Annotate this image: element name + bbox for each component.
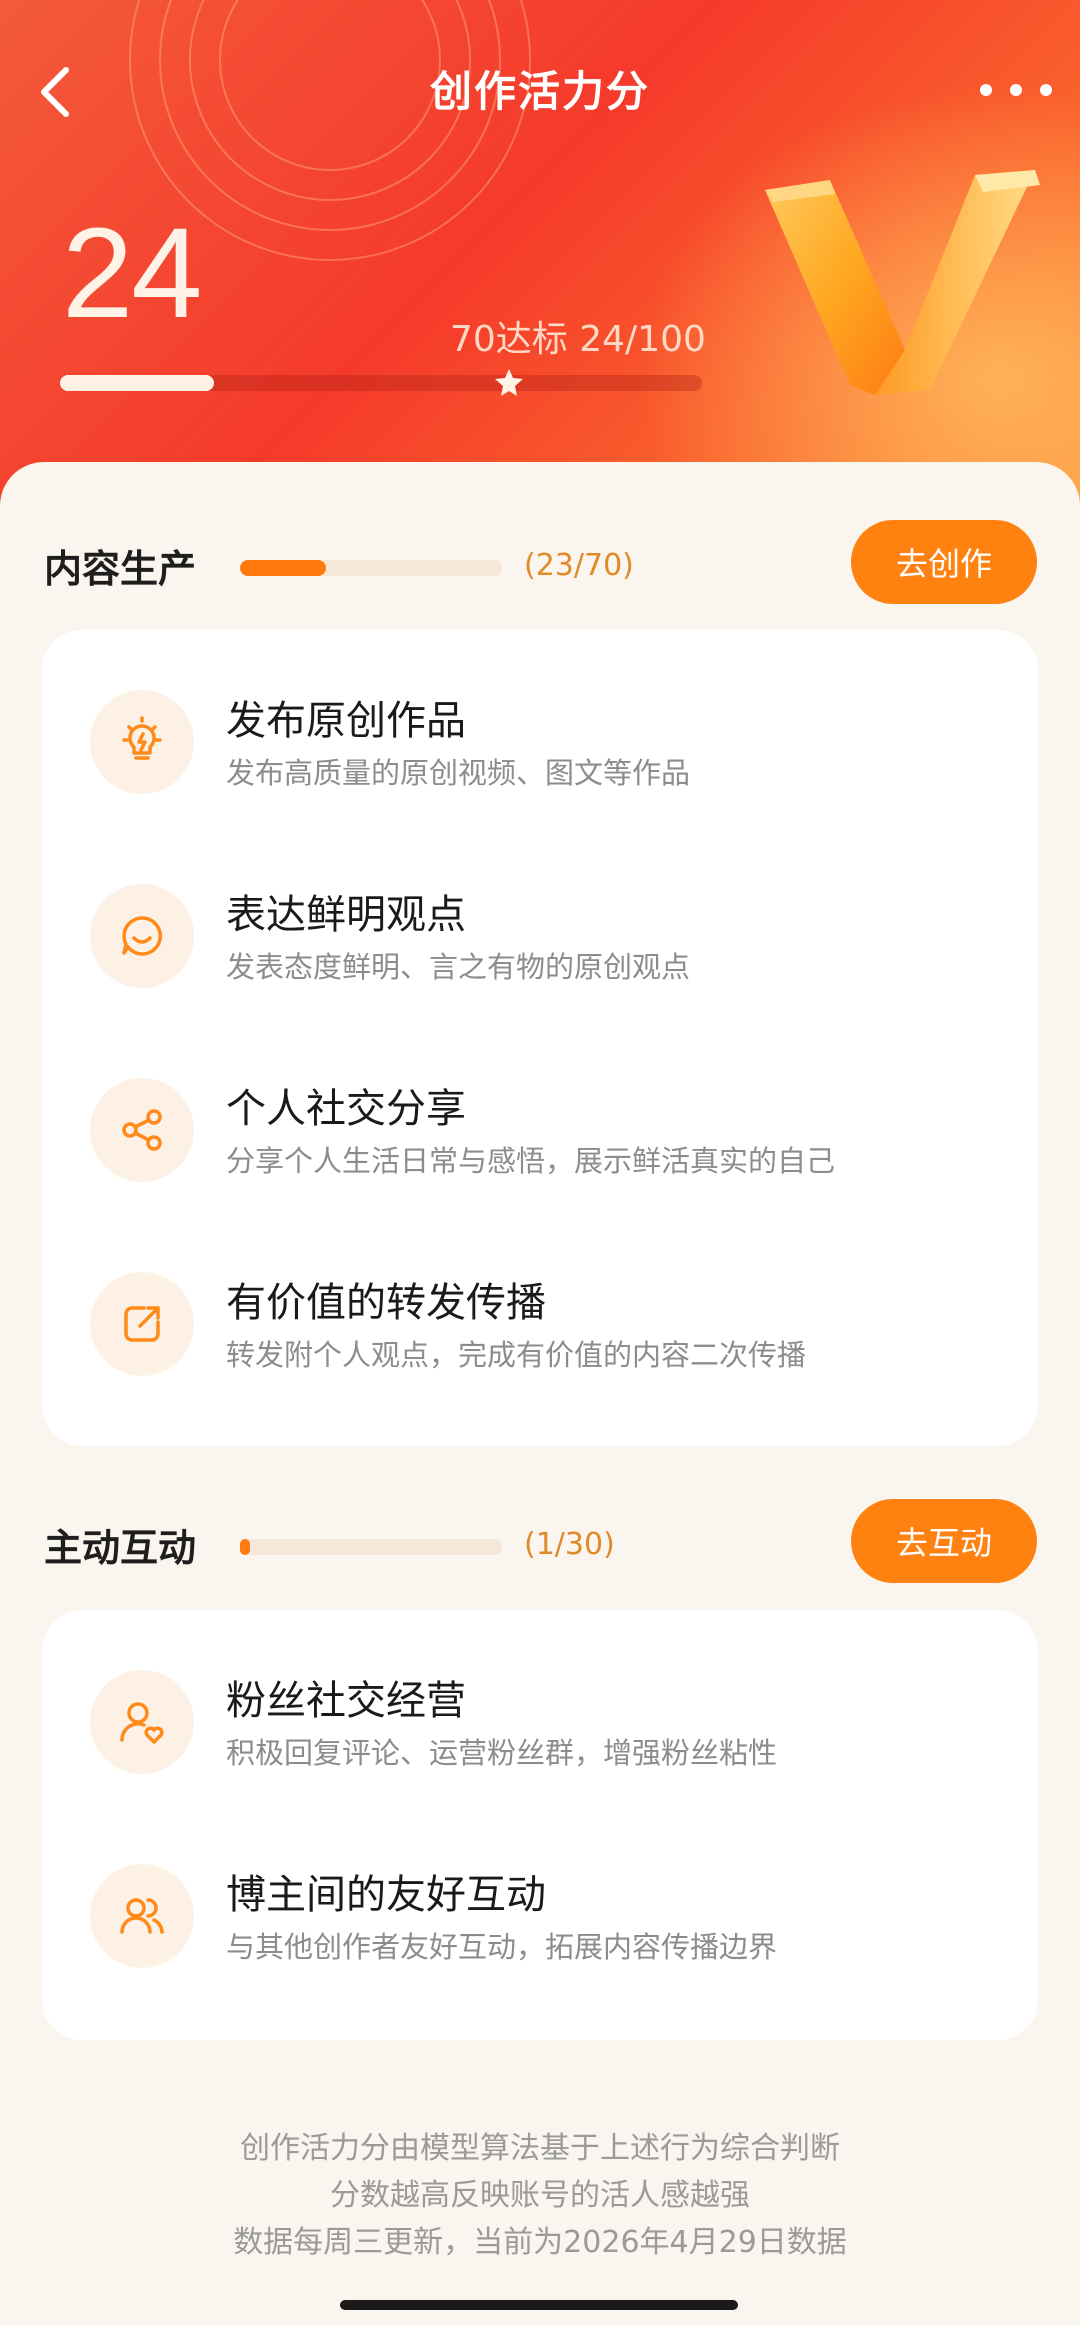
list-item[interactable]: 博主间的友好互动 与其他创作者友好互动，拓展内容传播边界 bbox=[42, 1804, 1038, 1998]
item-desc: 积极回复评论、运营粉丝群，增强粉丝粘性 bbox=[226, 1736, 778, 1770]
go-interact-button[interactable]: 去互动 bbox=[851, 1499, 1037, 1583]
section-content-production: 内容生产 (23/70) 去创作 bbox=[0, 520, 1080, 610]
content-production-card: 发布原创作品 发布高质量的原创视频、图文等作品 表达鲜明观点 发表态度鲜明、言之… bbox=[42, 630, 1038, 1446]
item-desc: 转发附个人观点，完成有价值的内容二次传播 bbox=[226, 1338, 807, 1372]
active-interaction-card: 粉丝社交经营 积极回复评论、运营粉丝群，增强粉丝粘性 博主间的友好互动 与其他创… bbox=[42, 1610, 1038, 2040]
item-title: 个人社交分享 bbox=[226, 1086, 466, 1132]
item-desc: 分享个人生活日常与感悟，展示鲜活真实的自己 bbox=[226, 1144, 836, 1178]
item-title: 发布原创作品 bbox=[226, 698, 466, 744]
list-item[interactable]: 个人社交分享 分享个人生活日常与感悟，展示鲜活真实的自己 bbox=[42, 1018, 1038, 1212]
section-active-interaction: 主动互动 (1/30) 去互动 bbox=[0, 1499, 1080, 1589]
section-count: (1/30) bbox=[524, 1527, 615, 1562]
list-item[interactable]: 表达鲜明观点 发表态度鲜明、言之有物的原创观点 bbox=[42, 824, 1038, 1018]
section-progress-fill bbox=[240, 560, 326, 576]
item-desc: 发布高质量的原创视频、图文等作品 bbox=[226, 756, 691, 790]
fan-heart-icon bbox=[90, 1670, 194, 1774]
section-title: 主动互动 bbox=[44, 1526, 197, 1570]
home-indicator[interactable] bbox=[340, 2300, 738, 2310]
users-icon bbox=[90, 1864, 194, 1968]
section-progress-fill bbox=[240, 1539, 250, 1555]
item-title: 粉丝社交经营 bbox=[226, 1678, 466, 1724]
lightbulb-icon bbox=[90, 690, 194, 794]
item-title: 博主间的友好互动 bbox=[226, 1872, 546, 1918]
footer-line: 数据每周三更新，当前为2026年4月29日数据 bbox=[233, 2225, 847, 2260]
forward-icon bbox=[90, 1272, 194, 1376]
page-title: 创作活力分 bbox=[429, 67, 650, 116]
score-progress-fill bbox=[60, 375, 214, 391]
share-icon bbox=[90, 1078, 194, 1182]
more-dot-icon bbox=[1010, 84, 1022, 96]
footer-note: 创作活力分由模型算法基于上述行为综合判断 分数越高反映账号的活人感越强 数据每周… bbox=[0, 2125, 1080, 2266]
header-banner: 创作活力分 24 70达标 24/100 bbox=[0, 0, 1080, 520]
item-title: 有价值的转发传播 bbox=[226, 1280, 546, 1326]
target-text: 70达标 24/100 bbox=[450, 319, 706, 360]
section-count: (23/70) bbox=[524, 548, 634, 583]
go-create-button[interactable]: 去创作 bbox=[851, 520, 1037, 604]
v-badge-icon bbox=[765, 170, 1040, 395]
section-progress-track bbox=[240, 560, 502, 576]
list-item[interactable]: 有价值的转发传播 转发附个人观点，完成有价值的内容二次传播 bbox=[42, 1212, 1038, 1406]
star-icon bbox=[495, 369, 523, 396]
section-title: 内容生产 bbox=[44, 547, 197, 591]
chat-smile-icon bbox=[90, 884, 194, 988]
footer-line: 分数越高反映账号的活人感越强 bbox=[330, 2178, 750, 2213]
more-button[interactable] bbox=[980, 70, 1052, 110]
more-dot-icon bbox=[980, 84, 992, 96]
list-item[interactable]: 发布原创作品 发布高质量的原创视频、图文等作品 bbox=[42, 630, 1038, 824]
item-desc: 与其他创作者友好互动，拓展内容传播边界 bbox=[226, 1930, 778, 1964]
list-item[interactable]: 粉丝社交经营 积极回复评论、运营粉丝群，增强粉丝粘性 bbox=[42, 1610, 1038, 1804]
section-progress-track bbox=[240, 1539, 502, 1555]
footer-line: 创作活力分由模型算法基于上述行为综合判断 bbox=[240, 2131, 840, 2166]
score-value: 24 bbox=[62, 202, 202, 345]
item-title: 表达鲜明观点 bbox=[226, 892, 466, 938]
more-dot-icon bbox=[1040, 84, 1052, 96]
item-desc: 发表态度鲜明、言之有物的原创观点 bbox=[226, 950, 691, 984]
